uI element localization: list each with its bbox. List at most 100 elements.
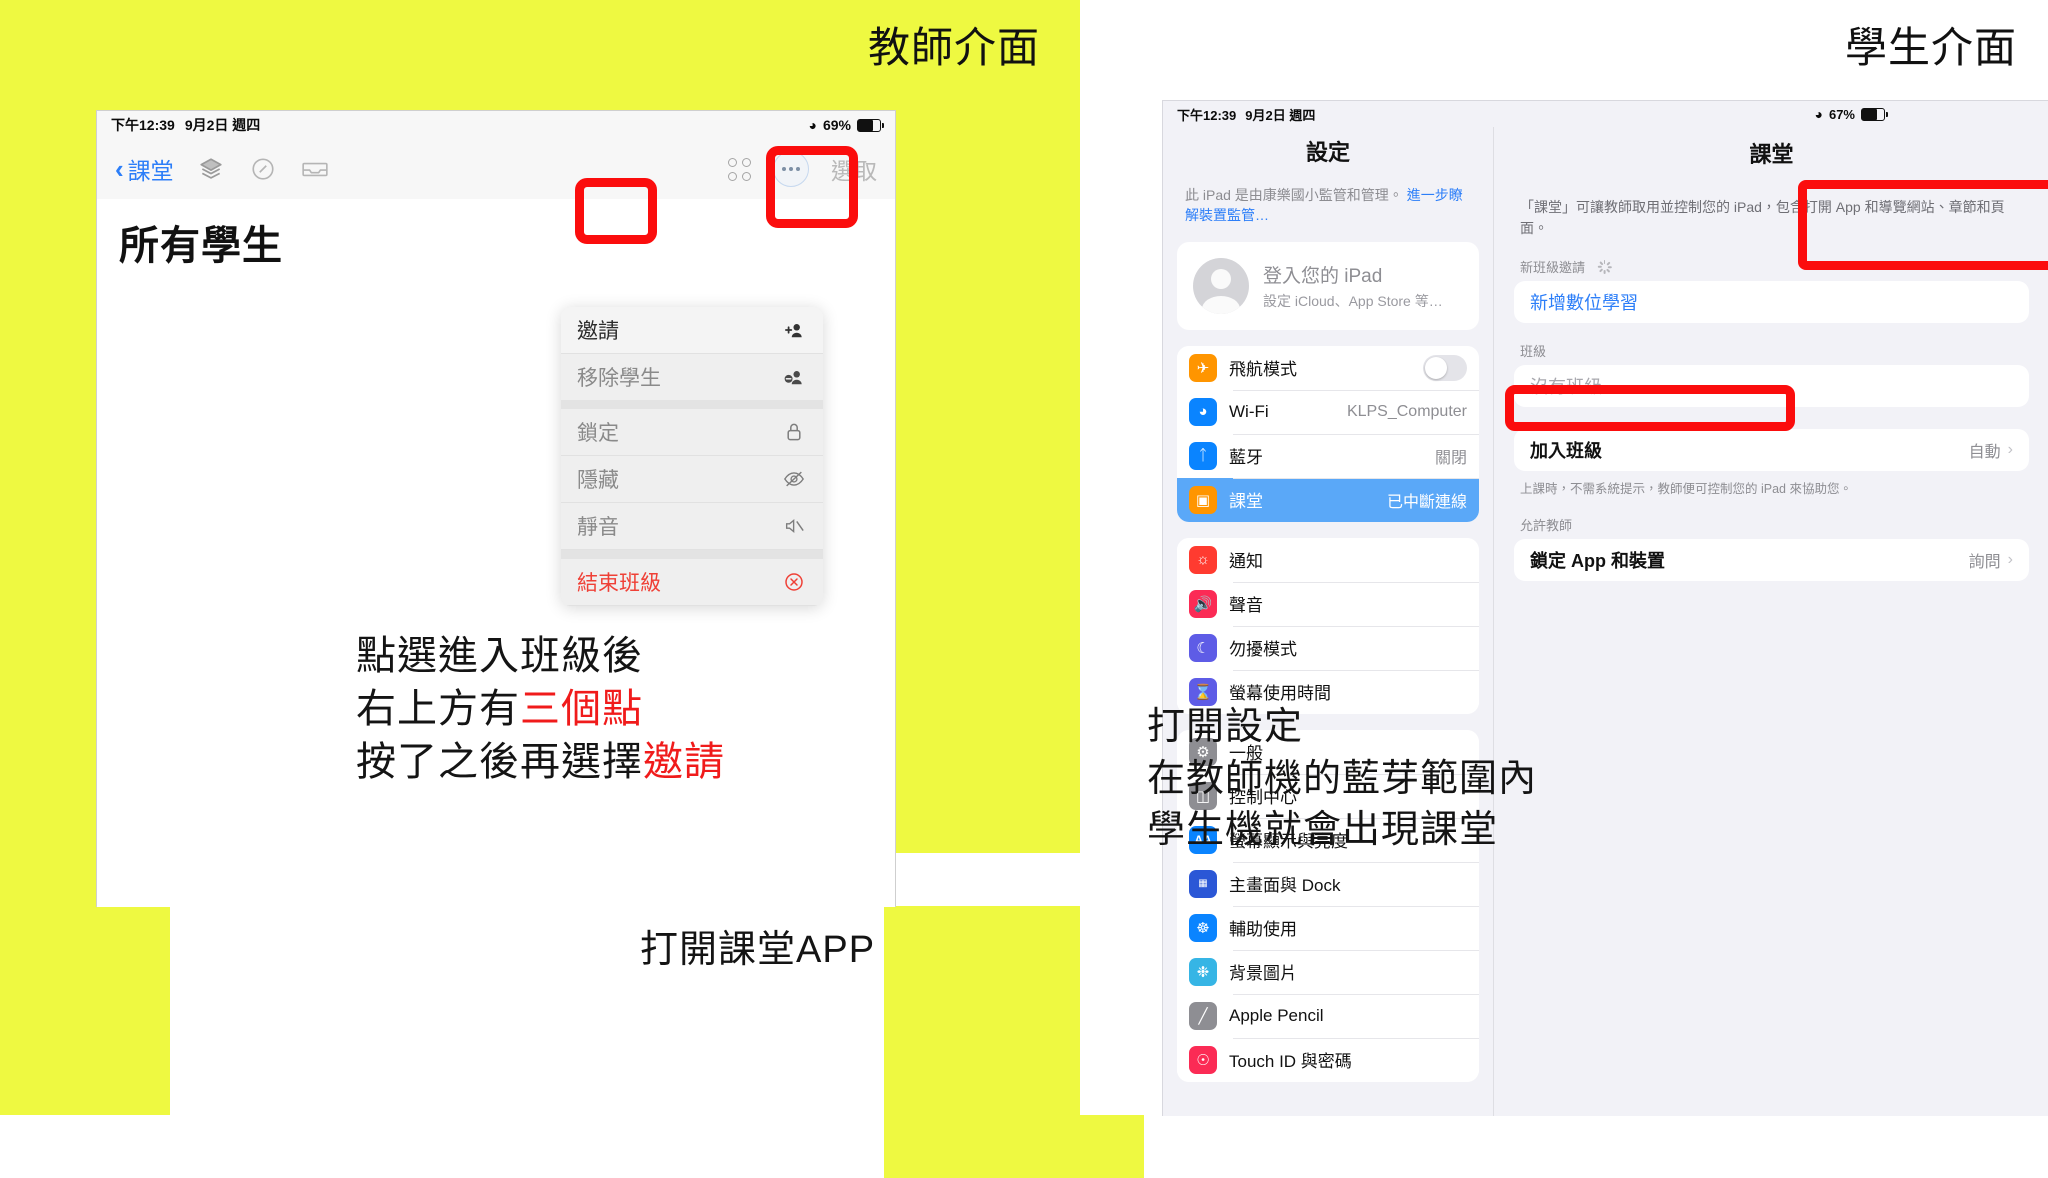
settings-row-wifi[interactable]: ◕ Wi-Fi KLPS_Computer <box>1177 389 1479 434</box>
teacher-annotation-text: 點選進入班級後 右上方有三個點 按了之後再選擇邀請 <box>356 630 725 788</box>
settings-row-apple-pencil[interactable]: ╱ Apple Pencil <box>1177 993 1479 1038</box>
class-section-header: 班級 <box>1520 344 1547 359</box>
menu-item-invite[interactable]: 邀請 <box>561 307 823 354</box>
fingerprint-icon: ☉ <box>1189 1045 1217 1074</box>
row-label: 飛航模式 <box>1229 360 1297 380</box>
wifi-icon: ◕ <box>808 117 817 133</box>
annotation-line-1: 點選進入班級後 <box>356 634 643 678</box>
layers-icon[interactable] <box>196 154 226 184</box>
compass-icon[interactable] <box>248 154 278 184</box>
bluetooth-icon: ᛏ <box>1189 441 1217 470</box>
settings-row-sounds[interactable]: 🔊 聲音 <box>1177 581 1479 626</box>
settings-group-notifications: ☼ 通知 🔊 聲音 ☾ 勿擾模式 ⌛ 螢幕使用時間 <box>1177 537 1479 714</box>
menu-item-end-class[interactable]: 結束班級 <box>561 559 823 606</box>
battery-percent: 69% <box>822 117 851 133</box>
row-label: 課堂 <box>1229 492 1263 512</box>
speaker-icon: 🔊 <box>1189 589 1217 618</box>
teacher-slide: 教師介面 下午12:39 9月2日 週四 ◕ 69% ‹ 課堂 選取 所有學生 … <box>0 0 1525 1178</box>
teacher-slide-title: 教師介面 <box>868 24 1041 71</box>
pencil-icon: ╱ <box>1189 1001 1217 1030</box>
menu-item-remove-student[interactable]: 移除學生 <box>561 354 823 400</box>
settings-row-wallpaper[interactable]: ❉ 背景圖片 <box>1177 949 1479 994</box>
airplane-icon: ✈ <box>1189 353 1217 382</box>
battery-percent: 67% <box>1828 106 1855 122</box>
menu-item-label: 靜音 <box>577 516 619 539</box>
select-button[interactable]: 選取 <box>831 152 877 186</box>
classroom-context-menu[interactable]: 邀請 移除學生 鎖定 隱藏 靜音 結束班級 <box>561 307 823 606</box>
row-label: Touch ID 與密碼 <box>1229 1052 1352 1072</box>
annotation-line-1: 打開設定 <box>1147 706 1304 748</box>
home-screen-icon: ▦ <box>1189 869 1217 898</box>
annotation-line-2: 右上方有三個點 <box>356 686 643 731</box>
row-label: Apple Pencil <box>1229 1005 1324 1025</box>
grid-icon[interactable] <box>728 157 751 181</box>
menu-item-mute[interactable]: 靜音 <box>561 503 823 550</box>
row-label: 聲音 <box>1229 596 1263 616</box>
accessibility-icon: ☸ <box>1189 913 1217 942</box>
menu-item-label: 鎖定 <box>577 422 619 445</box>
settings-row-accessibility[interactable]: ☸ 輔助使用 <box>1177 905 1479 950</box>
teacher-annotation-open-app: 打開課堂APP <box>640 929 876 971</box>
settings-row-home-screen-dock[interactable]: ▦ 主畫面與 Dock <box>1177 861 1479 906</box>
chevron-right-icon: › <box>2007 551 2013 568</box>
status-date: 9月2日 週四 <box>184 117 261 133</box>
menu-item-lock[interactable]: 鎖定 <box>561 409 823 456</box>
row-label: 螢幕使用時間 <box>1229 684 1331 704</box>
join-class-card: 加入班級 自動 › <box>1514 429 2029 471</box>
wifi-icon: ◕ <box>1814 106 1823 122</box>
lock-apps-value: 詢問 <box>1968 554 2001 571</box>
person-badge-plus-icon <box>781 321 807 339</box>
join-class-label: 加入班級 <box>1530 441 1602 461</box>
classroom-body: 邀請 移除學生 鎖定 隱藏 靜音 結束班級 <box>97 271 895 907</box>
activity-spinner-icon <box>1597 260 1612 274</box>
class-empty-row: 沒有班級 <box>1530 377 1602 397</box>
classroom-navbar: ‹ 課堂 選取 <box>97 139 895 199</box>
avatar <box>1193 257 1249 314</box>
menu-item-hide[interactable]: 隱藏 <box>561 456 823 503</box>
row-label: 藍牙 <box>1229 448 1263 468</box>
classroom-settings-detail: 課堂 「課堂」可讓教師取用並控制您的 iPad，包含打開 App 和導覽網站、章… <box>1494 127 2048 1116</box>
moon-icon: ☾ <box>1189 633 1217 662</box>
row-label: 背景圖片 <box>1229 964 1297 984</box>
account-title: 登入您的 iPad <box>1263 265 1383 287</box>
row-value: 已中斷連線 <box>1386 493 1467 511</box>
menu-item-label: 結束班級 <box>577 572 661 595</box>
join-class-row[interactable]: 加入班級 自動 › <box>1514 429 2029 471</box>
page-title: 所有學生 <box>119 224 283 268</box>
join-class-value: 自動 <box>1968 444 2001 461</box>
settings-row-bluetooth[interactable]: ᛏ 藍牙 關閉 <box>1177 433 1479 478</box>
row-label: 勿擾模式 <box>1229 640 1297 660</box>
invite-row-add-digital-learning[interactable]: 新增數位學習 <box>1514 281 2029 323</box>
back-label: 課堂 <box>127 158 174 184</box>
detail-description: 「課堂」可讓教師取用並控制您的 iPad，包含打開 App 和導覽網站、章節和頁… <box>1520 199 2005 236</box>
tray-icon[interactable] <box>300 154 330 184</box>
student-ipad-screenshot: 下午12:39 9月2日 週四 ◕ 67% 設定 此 iPad 是由康樂國小監管… <box>1162 100 2048 1116</box>
settings-row-airplane-mode[interactable]: ✈ 飛航模式 <box>1177 345 1479 390</box>
class-card: 沒有班級 <box>1514 365 2029 407</box>
account-card[interactable]: 登入您的 iPad 設定 iCloud、App Store 等… <box>1177 241 1479 330</box>
row-label: 通知 <box>1229 552 1263 572</box>
battery-icon <box>857 118 884 132</box>
back-button[interactable]: ‹ 課堂 <box>115 152 174 186</box>
settings-row-do-not-disturb[interactable]: ☾ 勿擾模式 <box>1177 625 1479 670</box>
classroom-icon: ▣ <box>1189 485 1217 514</box>
teacher-status-bar: 下午12:39 9月2日 週四 ◕ 69% <box>97 111 895 139</box>
speaker-slash-icon <box>781 517 807 535</box>
status-time: 下午12:39 <box>111 117 175 133</box>
ellipsis-circle-icon[interactable] <box>773 151 809 187</box>
settings-row-classroom[interactable]: ▣ 課堂 已中斷連線 <box>1177 477 1479 522</box>
row-value: 關閉 <box>1434 449 1467 467</box>
lock-apps-row[interactable]: 鎖定 App 和裝置 詢問 › <box>1514 539 2029 581</box>
annotation-line-3: 學生機就會出現課堂 <box>1147 809 1499 852</box>
settings-sidebar: 設定 此 iPad 是由康樂國小監管和管理。 進一步瞭解裝置監管… 登入您的 i… <box>1163 127 1494 1116</box>
student-slide-title: 學生介面 <box>1845 24 2018 71</box>
settings-row-touch-id-passcode[interactable]: ☉ Touch ID 與密碼 <box>1177 1037 1479 1082</box>
row-label: Wi-Fi <box>1229 401 1269 421</box>
status-date: 9月2日 週四 <box>1245 107 1316 123</box>
row-label: 主畫面與 Dock <box>1229 876 1341 896</box>
settings-row-notifications[interactable]: ☼ 通知 <box>1177 537 1479 582</box>
wifi-icon: ◕ <box>1189 397 1217 426</box>
airplane-mode-toggle[interactable] <box>1423 354 1467 381</box>
menu-separator <box>561 550 823 559</box>
annotation-line-2: 在教師機的藍芽範圍內 <box>1147 757 1538 800</box>
